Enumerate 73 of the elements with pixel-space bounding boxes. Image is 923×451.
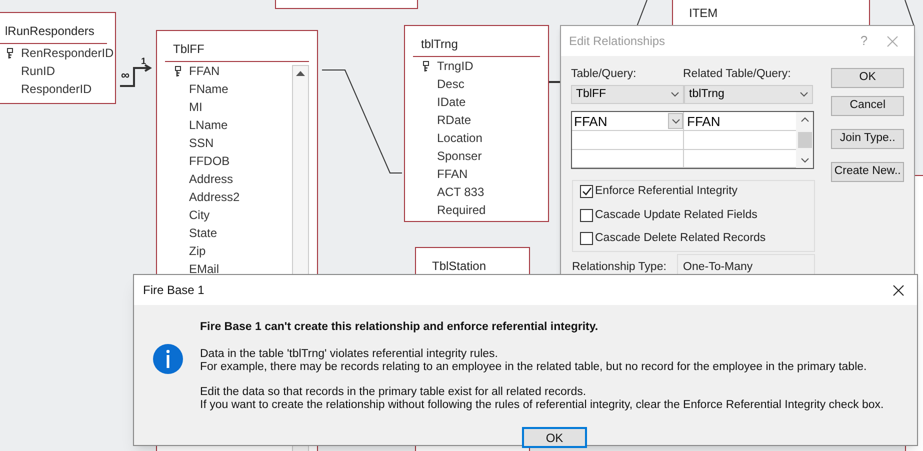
related-table-dropdown[interactable]: tblTrng — [684, 85, 813, 104]
field-name[interactable]: Address2 — [189, 188, 240, 206]
check-icon — [582, 187, 592, 196]
checkbox[interactable] — [580, 232, 593, 245]
field-name[interactable]: EMail — [189, 260, 220, 278]
table-title: lRunResponders — [0, 13, 107, 44]
chevron-down-icon — [672, 118, 680, 124]
grid-cell[interactable]: FFAN — [572, 112, 684, 130]
field-name[interactable]: ACT 833 — [437, 183, 484, 201]
relationship-line — [904, 0, 914, 26]
field-name[interactable]: Desc — [437, 75, 464, 93]
message-text: Data in the table 'tblTrng' violates referential integrity rules. — [200, 348, 500, 362]
close-icon[interactable] — [893, 284, 904, 296]
field-name[interactable]: Zip — [189, 242, 206, 260]
key-icon — [175, 66, 181, 76]
field-name[interactable]: FFAN — [189, 62, 220, 80]
dialog-button[interactable]: OK — [831, 68, 904, 88]
checkbox-label[interactable]: Cascade Update Related Fields — [595, 206, 758, 224]
chevron-down-icon — [800, 92, 808, 98]
message-text: Edit the data so that records in the primary table exist for all related records. — [200, 386, 588, 400]
many-label: ∞ — [121, 69, 130, 81]
field-name[interactable]: Address — [189, 170, 234, 188]
field-name[interactable]: SSN — [189, 134, 214, 152]
message-text: If you want to create the relationship without following the rules of referential integrity, clear the Enforce Referential Integrity check box. — [200, 399, 884, 412]
field-name[interactable]: FName — [189, 80, 228, 98]
relationship-line — [119, 64, 152, 87]
field-name[interactable]: FFAN — [437, 165, 468, 183]
field-name[interactable]: RunID — [21, 62, 56, 80]
dialog-title: Edit Relationships — [569, 33, 666, 50]
field-name[interactable]: FFDOB — [189, 152, 230, 170]
related-table-label: Related Table/Query: — [683, 67, 791, 82]
table-dropdown[interactable]: TblFF — [571, 85, 684, 104]
one-label: 1 — [141, 55, 146, 68]
message-text: For example, there may be records relating to an employee in the related table, but no record for the employee in the primary table. — [200, 361, 868, 374]
table-title: tblTrng — [413, 26, 540, 57]
scrollbar[interactable] — [796, 112, 813, 168]
field-name[interactable]: MI — [189, 98, 202, 116]
ok-button[interactable]: OK — [522, 427, 587, 448]
field-name[interactable]: Location — [437, 129, 482, 147]
checkbox-label[interactable]: Cascade Delete Related Records — [595, 230, 766, 247]
key-icon — [423, 60, 429, 72]
dialog-button[interactable]: Cancel — [831, 96, 904, 116]
table-query-label: Table/Query: — [571, 67, 638, 82]
scroll-up-arrow-icon[interactable] — [296, 71, 305, 76]
field-name[interactable]: RDate — [437, 111, 472, 129]
relationship-line — [636, 0, 648, 26]
field-name[interactable]: IDate — [437, 93, 466, 111]
checkbox[interactable] — [580, 208, 593, 222]
field-name[interactable]: ResponderID — [21, 80, 92, 98]
field-name[interactable]: Required — [437, 201, 486, 219]
dialog-button[interactable]: Join Type.. — [831, 129, 904, 149]
grid-cell[interactable]: FFAN — [684, 112, 796, 130]
chevron-down-icon — [800, 158, 808, 164]
field-name[interactable]: TrngID — [437, 57, 474, 75]
dialog-button[interactable]: Create New.. — [831, 162, 904, 182]
scroll-thumb[interactable] — [798, 132, 812, 148]
relationship-line — [549, 81, 560, 83]
checkbox[interactable] — [580, 185, 593, 198]
field-name[interactable]: City — [189, 206, 210, 224]
message-heading: Fire Base 1 can't create this relationship and enforce referential integrity. — [200, 320, 600, 335]
field-name[interactable]: State — [189, 224, 218, 242]
dropdown-button[interactable] — [668, 113, 683, 130]
field-name[interactable]: RenResponderID — [21, 44, 114, 62]
field-name[interactable]: LName — [189, 116, 228, 134]
message-title: Fire Base 1 — [143, 282, 206, 299]
table-title: TblFF — [165, 31, 309, 62]
field-name[interactable]: Sponser — [437, 147, 482, 165]
chevron-down-icon — [671, 92, 679, 98]
key-icon — [7, 48, 13, 58]
scroll-up-icon[interactable] — [800, 117, 808, 122]
checkbox-label[interactable]: Enforce Referential Integrity — [595, 183, 738, 200]
relationship-type-label: Relationship Type: — [571, 260, 668, 275]
info-icon — [153, 344, 183, 374]
